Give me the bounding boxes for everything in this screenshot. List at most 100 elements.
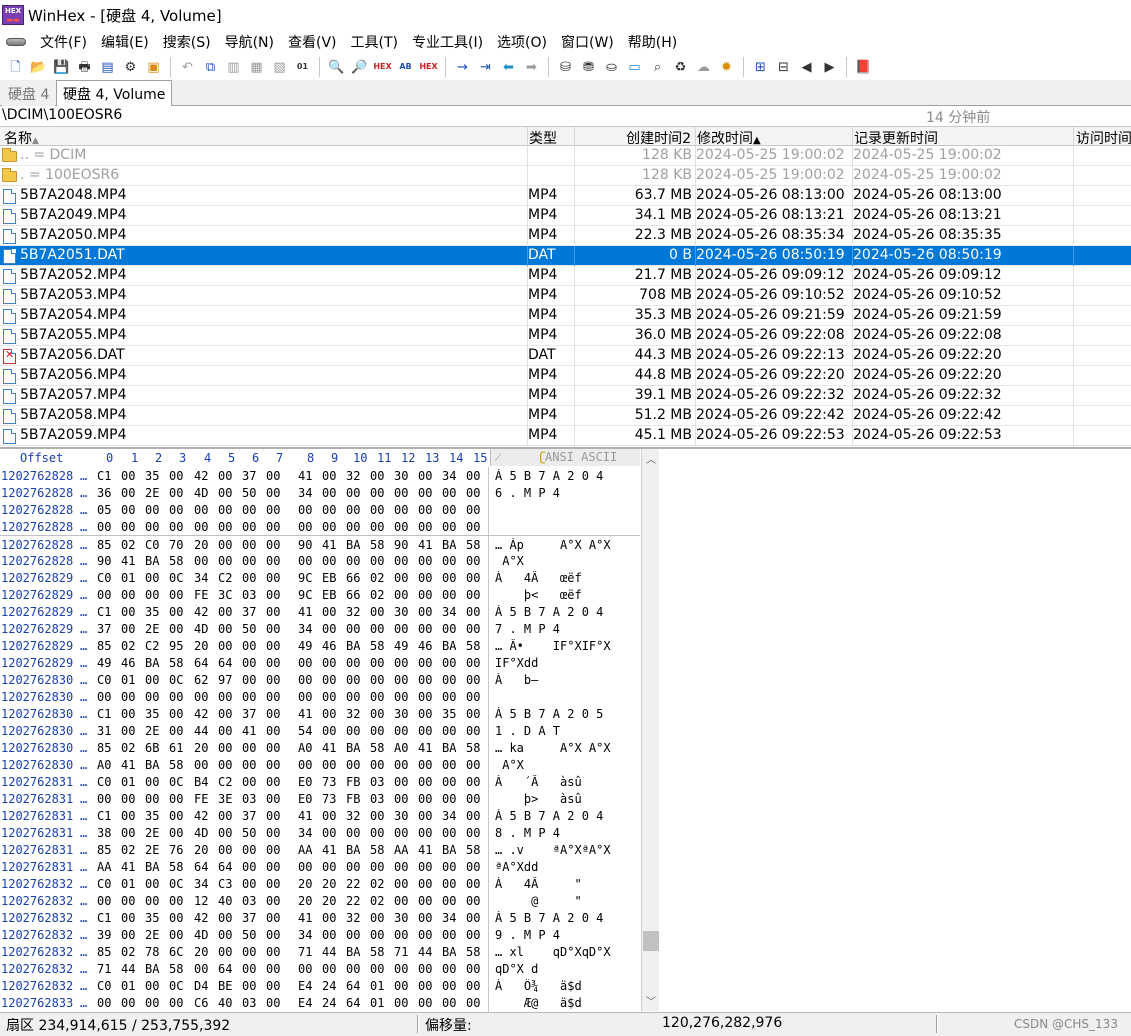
hex-byte[interactable]: 40: [218, 894, 232, 908]
hex-row[interactable]: 1202762832… C1 00 35 00 42 00 37 00 41 00 32 00 30 00 3…: [0, 909, 640, 926]
paste-icon[interactable]: ▦: [245, 56, 268, 78]
file-row[interactable]: 5B7A2054.MP4 MP4 35.3 MB 2024-05-26 09:21:5…: [0, 306, 1131, 326]
execute-icon[interactable]: ▣: [142, 56, 165, 78]
hex-byte[interactable]: 00: [242, 775, 256, 789]
hex-byte[interactable]: 30: [394, 605, 408, 619]
hex-byte[interactable]: 00: [266, 520, 280, 534]
ascii-text[interactable]: þ> àsû: [495, 792, 635, 806]
hex-byte[interactable]: 00: [169, 605, 183, 619]
hex-byte[interactable]: 41: [242, 724, 256, 738]
hex-byte[interactable]: 00: [394, 877, 408, 891]
hex-byte[interactable]: 58: [370, 741, 384, 755]
hex-byte[interactable]: 00: [442, 826, 456, 840]
hex-byte[interactable]: EB: [322, 588, 336, 602]
hex-byte[interactable]: 00: [266, 843, 280, 857]
file-row[interactable]: 5B7A2058.MP4 MP4 51.2 MB 2024-05-26 09:22:4…: [0, 406, 1131, 426]
hex-row[interactable]: 1202762828… C1 00 35 00 42 00 37 00 41 00 32 00 30 00 3…: [0, 467, 640, 484]
hex-byte[interactable]: 58: [466, 741, 480, 755]
hex-byte[interactable]: AA: [298, 843, 312, 857]
hex-byte[interactable]: 6C: [169, 945, 183, 959]
hex-byte[interactable]: 00: [194, 758, 208, 772]
settings-icon[interactable]: ⚙: [119, 56, 142, 78]
hex-byte[interactable]: 00: [322, 486, 336, 500]
hex-byte[interactable]: 41: [418, 741, 432, 755]
hex-byte[interactable]: 00: [218, 622, 232, 636]
hex-byte[interactable]: 00: [266, 571, 280, 585]
hex-byte[interactable]: 00: [169, 826, 183, 840]
hex-byte[interactable]: D4: [194, 979, 208, 993]
hex-byte[interactable]: 00: [169, 894, 183, 908]
hex-byte[interactable]: 00: [346, 962, 360, 976]
column-header-record-update[interactable]: 记录更新时间: [853, 127, 1074, 146]
file-row[interactable]: 5B7A2055.MP4 MP4 36.0 MB 2024-05-26 09:22:0…: [0, 326, 1131, 346]
hex-byte[interactable]: 00: [466, 673, 480, 687]
hex-byte[interactable]: 00: [218, 707, 232, 721]
hex-byte[interactable]: 00: [169, 996, 183, 1010]
table-icon[interactable]: ⊟: [772, 56, 795, 78]
copy-hex-icon[interactable]: 01: [291, 56, 314, 78]
hex-byte[interactable]: 00: [322, 673, 336, 687]
hex-byte[interactable]: C1: [97, 707, 111, 721]
open-disk-icon[interactable]: ⛁: [554, 56, 577, 78]
hex-byte[interactable]: 34: [298, 486, 312, 500]
file-row[interactable]: 5B7A2057.MP4 MP4 39.1 MB 2024-05-26 09:22:3…: [0, 386, 1131, 406]
hex-byte[interactable]: 03: [242, 792, 256, 806]
hex-byte[interactable]: 00: [266, 538, 280, 552]
hex-byte[interactable]: 00: [218, 928, 232, 942]
hex-byte[interactable]: 00: [266, 469, 280, 483]
hex-byte[interactable]: 00: [466, 622, 480, 636]
hex-byte[interactable]: BA: [145, 860, 159, 874]
ascii-text[interactable]: … Àp A°X A°X: [495, 538, 635, 552]
hex-byte[interactable]: 00: [394, 724, 408, 738]
hex-byte[interactable]: 00: [418, 758, 432, 772]
hex-byte[interactable]: 00: [466, 792, 480, 806]
hex-byte[interactable]: FE: [194, 792, 208, 806]
hex-byte[interactable]: 78: [145, 945, 159, 959]
hex-byte[interactable]: 41: [298, 707, 312, 721]
hex-byte[interactable]: 00: [394, 554, 408, 568]
ram-editor-icon[interactable]: ▭: [623, 56, 646, 78]
hex-byte[interactable]: 20: [298, 877, 312, 891]
hex-byte[interactable]: 00: [266, 758, 280, 772]
hex-byte[interactable]: 35: [145, 469, 159, 483]
print-icon[interactable]: 🖶: [73, 56, 96, 78]
hex-byte[interactable]: 64: [346, 996, 360, 1010]
properties-icon[interactable]: ▤: [96, 56, 119, 78]
hex-byte[interactable]: 58: [370, 843, 384, 857]
hex-byte[interactable]: 37: [242, 707, 256, 721]
hex-byte[interactable]: 32: [346, 469, 360, 483]
hex-row[interactable]: 1202762829… C0 01 00 0C 34 C2 00 00 9C EB 66 02 00 00 0…: [0, 569, 640, 586]
hex-byte[interactable]: 00: [242, 843, 256, 857]
hex-byte[interactable]: 00: [394, 826, 408, 840]
hex-byte[interactable]: 37: [242, 911, 256, 925]
hex-row[interactable]: 1202762830… C1 00 35 00 42 00 37 00 41 00 32 00 30 00 3…: [0, 705, 640, 722]
hex-byte[interactable]: 41: [298, 911, 312, 925]
hex-byte[interactable]: 00: [266, 996, 280, 1010]
undo-icon[interactable]: ↶: [176, 56, 199, 78]
hex-byte[interactable]: 35: [442, 707, 456, 721]
hex-byte[interactable]: 00: [346, 503, 360, 517]
hex-row[interactable]: 1202762829… C1 00 35 00 42 00 37 00 41 00 32 00 30 00 3…: [0, 603, 640, 620]
hex-byte[interactable]: 00: [346, 860, 360, 874]
hex-byte[interactable]: 41: [298, 469, 312, 483]
hex-byte[interactable]: 00: [466, 775, 480, 789]
scroll-down-icon[interactable]: ﹀: [642, 993, 660, 1009]
hex-byte[interactable]: 00: [121, 911, 135, 925]
hex-byte[interactable]: 00: [266, 588, 280, 602]
hex-byte[interactable]: 00: [394, 520, 408, 534]
hex-byte[interactable]: 00: [418, 860, 432, 874]
hex-byte[interactable]: 00: [218, 809, 232, 823]
hex-byte[interactable]: 2E: [145, 622, 159, 636]
ascii-text[interactable]: A°X: [495, 554, 635, 568]
hex-byte[interactable]: 00: [121, 520, 135, 534]
hex-byte[interactable]: 00: [346, 758, 360, 772]
hex-byte[interactable]: BA: [442, 945, 456, 959]
hex-byte[interactable]: 00: [394, 673, 408, 687]
hex-byte[interactable]: 00: [266, 707, 280, 721]
file-row[interactable]: 5B7A2049.MP4 MP4 34.1 MB 2024-05-26 08:13:2…: [0, 206, 1131, 226]
charset-label[interactable]: ANSI ASCII: [545, 450, 617, 464]
hex-byte[interactable]: 00: [169, 809, 183, 823]
hex-byte[interactable]: 00: [370, 690, 384, 704]
hex-byte[interactable]: 41: [121, 860, 135, 874]
hex-byte[interactable]: 30: [394, 469, 408, 483]
